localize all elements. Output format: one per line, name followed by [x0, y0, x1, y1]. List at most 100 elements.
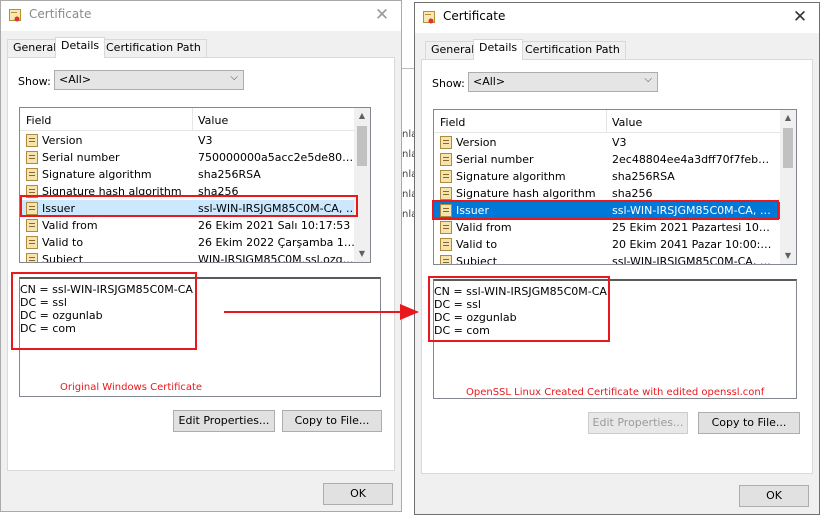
- list-item[interactable]: Subject WIN-IRSJGM85C0M.ssl.ozgunl...: [20, 251, 358, 263]
- field-icon: [26, 219, 38, 232]
- row-field: Subject: [42, 253, 84, 263]
- list-item[interactable]: Signature algorithm sha256RSA: [434, 168, 780, 185]
- certificate-dialog-openssl: Certificate ✕ General Details Certificat…: [414, 2, 820, 515]
- scroll-down-icon[interactable]: ▼: [780, 248, 796, 264]
- scroll-down-icon[interactable]: ▼: [354, 246, 370, 262]
- list-header: Field Value: [434, 110, 780, 133]
- row-value: 2ec48804ee4a3dff70f7feb657...: [612, 153, 772, 166]
- column-divider[interactable]: [606, 110, 607, 132]
- row-value: WIN-IRSJGM85C0M.ssl.ozgunl...: [198, 253, 358, 263]
- list-item-selected[interactable]: Issuer ssl-WIN-IRSJGM85C0M-CA, ss...: [20, 200, 358, 217]
- row-field: Signature hash algorithm: [456, 187, 596, 200]
- detail-line: DC = ssl: [434, 298, 481, 311]
- annotation-caption: OpenSSL Linux Created Certificate with e…: [466, 387, 765, 398]
- certificate-dialog-original: Certificate ✕ General Details Certificat…: [0, 0, 402, 512]
- details-panel: Show: <All> ⌵ Field Value Version V3 Seri…: [421, 59, 813, 474]
- list-item[interactable]: Version V3: [20, 132, 354, 149]
- scroll-up-icon[interactable]: ▲: [780, 110, 796, 126]
- field-icon: [440, 238, 452, 251]
- chevron-down-icon: ⌵: [230, 72, 238, 83]
- tab-strip: General Details Certification Path: [7, 37, 395, 58]
- field-icon: [26, 236, 38, 249]
- value-detail-box[interactable]: CN = ssl-WIN-IRSJGM85C0M-CA DC = ssl DC …: [19, 277, 381, 397]
- scroll-thumb[interactable]: [783, 128, 793, 168]
- row-value: sha256RSA: [198, 168, 261, 181]
- field-list[interactable]: Field Value Version V3 Serial number 2ec48…: [433, 109, 797, 265]
- list-item[interactable]: Serial number 750000000a5acc2e5de8038a...: [20, 149, 358, 166]
- background-divider: [402, 68, 414, 69]
- column-divider[interactable]: [192, 108, 193, 130]
- list-item[interactable]: Signature hash algorithm sha256: [434, 185, 780, 202]
- list-item[interactable]: Signature hash algorithm sha256: [20, 183, 354, 200]
- row-value: sha256RSA: [612, 170, 675, 183]
- copy-to-file-button[interactable]: Copy to File...: [282, 410, 382, 432]
- close-icon[interactable]: ✕: [369, 3, 395, 27]
- row-value: 26 Ekim 2022 Çarşamba 10:17...: [198, 236, 358, 249]
- window-title: Certificate: [29, 7, 92, 21]
- list-item[interactable]: Version V3: [434, 134, 780, 151]
- row-value: sha256: [198, 185, 239, 198]
- row-field: Issuer: [42, 202, 75, 215]
- show-dropdown[interactable]: <All> ⌵: [468, 72, 658, 92]
- detail-line: DC = ozgunlab: [20, 309, 103, 322]
- column-header-field[interactable]: Field: [440, 116, 465, 129]
- field-icon: [26, 202, 38, 215]
- row-field: Signature algorithm: [42, 168, 152, 181]
- row-value: ssl-WIN-IRSJGM85C0M-CA, ss...: [198, 202, 358, 215]
- field-list[interactable]: Field Value Version V3 Serial number 75000…: [19, 107, 371, 263]
- detail-line: DC = ssl: [20, 296, 67, 309]
- certificate-icon: [9, 9, 21, 22]
- edit-properties-button[interactable]: Edit Properties...: [173, 410, 275, 432]
- list-scrollbar[interactable]: ▲ ▼: [780, 110, 796, 264]
- column-header-value[interactable]: Value: [612, 116, 642, 129]
- show-dropdown[interactable]: <All> ⌵: [54, 70, 244, 90]
- list-item[interactable]: Valid from 25 Ekim 2021 Pazartesi 10:00:0…: [434, 219, 780, 236]
- row-field: Serial number: [42, 151, 120, 164]
- row-value: V3: [198, 134, 213, 147]
- row-value: 25 Ekim 2021 Pazartesi 10:00:01: [612, 221, 772, 234]
- details-panel: Show: <All> ⌵ Field Value Version V3 Seri…: [7, 57, 395, 471]
- tab-certification-path[interactable]: Certification Path: [100, 39, 207, 57]
- column-header-field[interactable]: Field: [26, 114, 51, 127]
- field-icon: [26, 168, 38, 181]
- scroll-thumb[interactable]: [357, 126, 367, 166]
- detail-line: DC = com: [20, 322, 76, 335]
- list-item-selected[interactable]: Issuer ssl-WIN-IRSJGM85C0M-CA, ss...: [434, 202, 780, 219]
- row-field: Signature hash algorithm: [42, 185, 182, 198]
- list-item[interactable]: Signature algorithm sha256RSA: [20, 166, 354, 183]
- list-item[interactable]: Valid to 26 Ekim 2022 Çarşamba 10:17...: [20, 234, 358, 251]
- row-field: Valid to: [456, 238, 498, 251]
- list-item[interactable]: Subject ssl-WIN-IRSJGM85C0M-CA, ss...: [434, 253, 780, 265]
- chevron-down-icon: ⌵: [644, 74, 652, 85]
- list-item[interactable]: Valid to 20 Ekim 2041 Pazar 10:00:01: [434, 236, 780, 253]
- tab-details[interactable]: Details: [473, 39, 524, 60]
- ok-button[interactable]: OK: [323, 483, 393, 505]
- column-header-value[interactable]: Value: [198, 114, 228, 127]
- field-icon: [440, 204, 452, 217]
- field-icon: [440, 187, 452, 200]
- show-dropdown-value: <All>: [59, 73, 92, 86]
- row-field: Serial number: [456, 153, 534, 166]
- row-field: Version: [456, 136, 497, 149]
- list-item[interactable]: Serial number 2ec48804ee4a3dff70f7feb657.…: [434, 151, 780, 168]
- scroll-up-icon[interactable]: ▲: [354, 108, 370, 124]
- field-icon: [440, 136, 452, 149]
- ok-button[interactable]: OK: [739, 485, 809, 507]
- certificate-icon: [423, 11, 435, 24]
- close-icon[interactable]: ✕: [787, 5, 813, 29]
- value-detail-box[interactable]: CN = ssl-WIN-IRSJGM85C0M-CA DC = ssl DC …: [433, 279, 797, 399]
- row-field: Version: [42, 134, 83, 147]
- detail-line: CN = ssl-WIN-IRSJGM85C0M-CA: [434, 285, 607, 298]
- tab-details[interactable]: Details: [55, 37, 106, 58]
- show-label: Show:: [18, 75, 51, 88]
- edit-properties-button[interactable]: Edit Properties...: [588, 412, 688, 434]
- tab-certification-path[interactable]: Certification Path: [519, 41, 626, 59]
- row-field: Subject: [456, 255, 498, 265]
- list-scrollbar[interactable]: ▲ ▼: [354, 108, 370, 262]
- copy-to-file-button[interactable]: Copy to File...: [698, 412, 800, 434]
- annotation-caption: Original Windows Certificate: [60, 382, 203, 393]
- detail-line: DC = com: [434, 324, 490, 337]
- list-item[interactable]: Valid from 26 Ekim 2021 Salı 10:17:53: [20, 217, 354, 234]
- field-icon: [26, 151, 38, 164]
- row-value: ssl-WIN-IRSJGM85C0M-CA, ss...: [612, 255, 772, 265]
